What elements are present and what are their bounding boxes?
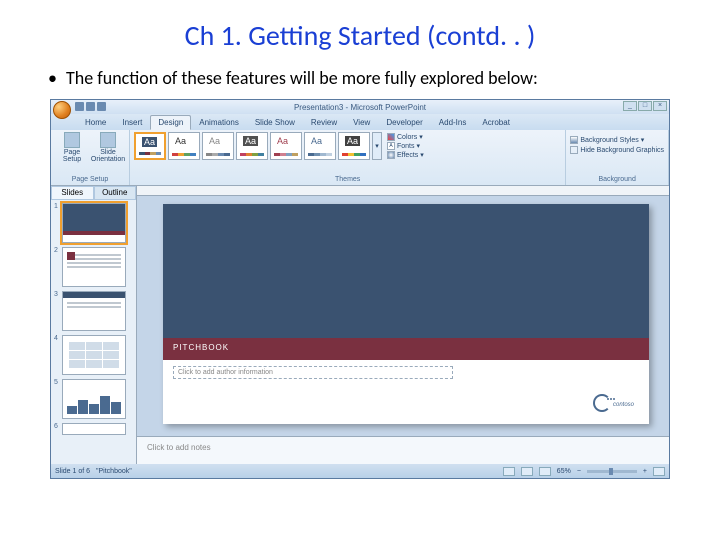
tab-animations[interactable]: Animations: [191, 115, 247, 130]
slides-panel: Slides Outline 1 2 3 4 5 6: [51, 186, 137, 464]
outline-tab[interactable]: Outline: [94, 186, 137, 200]
powerpoint-screenshot: Presentation3 - Microsoft PowerPoint _ □…: [50, 99, 670, 479]
undo-icon[interactable]: [86, 102, 95, 111]
theme-thumb[interactable]: Aa: [202, 132, 234, 160]
maximize-icon[interactable]: □: [638, 101, 652, 111]
quick-access-toolbar[interactable]: [75, 102, 106, 111]
tab-developer[interactable]: Developer: [378, 115, 430, 130]
status-theme: "Pitchbook": [96, 468, 132, 475]
page-setup-icon: [64, 132, 80, 148]
slide-thumb-4[interactable]: [62, 335, 126, 375]
colors-button[interactable]: Colors▾: [387, 133, 424, 141]
slide-title-band: PITCHBOOK: [163, 338, 649, 360]
themes-more-icon[interactable]: ▾: [372, 132, 382, 160]
tab-acrobat[interactable]: Acrobat: [474, 115, 518, 130]
background-styles-button[interactable]: Background Styles▾: [570, 136, 664, 144]
tab-slideshow[interactable]: Slide Show: [247, 115, 303, 130]
slide-canvas[interactable]: PITCHBOOK Click to add author informatio…: [163, 204, 649, 424]
hide-background-checkbox[interactable]: Hide Background Graphics: [570, 146, 664, 154]
group-background: Background Styles▾ Hide Background Graph…: [566, 130, 669, 185]
horizontal-ruler: [137, 186, 669, 196]
slide-thumb-5[interactable]: [62, 379, 126, 419]
fonts-button[interactable]: AFonts▾: [387, 142, 424, 150]
slide-canvas-area: PITCHBOOK Click to add author informatio…: [137, 186, 669, 436]
page-setup-button[interactable]: Page Setup: [55, 132, 89, 163]
tab-addins[interactable]: Add-Ins: [431, 115, 475, 130]
tab-design[interactable]: Design: [150, 115, 191, 130]
group-themes: Aa Aa Aa Aa Aa Aa Aa ▾ Colors▾ AFonts▾ E…: [130, 130, 566, 185]
group-title-themes: Themes: [134, 176, 561, 183]
slide-thumb-2[interactable]: [62, 247, 126, 287]
theme-thumb[interactable]: Aa: [304, 132, 336, 160]
effects-button[interactable]: Effects▾: [387, 151, 424, 159]
orientation-button[interactable]: Slide Orientation: [91, 132, 125, 163]
office-button-icon[interactable]: [53, 101, 71, 119]
bullet-text: The function of these features will be m…: [48, 67, 692, 89]
window-titlebar: Presentation3 - Microsoft PowerPoint _ □…: [51, 100, 669, 114]
background-icon: [570, 136, 578, 144]
slideshow-view-icon[interactable]: [539, 467, 551, 476]
zoom-out-icon[interactable]: −: [577, 468, 581, 475]
theme-thumb[interactable]: Aa: [168, 132, 200, 160]
notes-pane[interactable]: Click to add notes: [137, 436, 669, 464]
window-title: Presentation3 - Microsoft PowerPoint: [294, 103, 426, 112]
theme-thumb[interactable]: Aa: [134, 132, 166, 160]
slide-thumb-6[interactable]: [62, 423, 126, 435]
ribbon-tabs: Home Insert Design Animations Slide Show…: [51, 114, 669, 130]
orientation-icon: [100, 132, 116, 148]
tab-view[interactable]: View: [345, 115, 378, 130]
theme-thumb[interactable]: Aa: [270, 132, 302, 160]
slide-counter: Slide 1 of 6: [55, 468, 90, 475]
save-icon[interactable]: [75, 102, 84, 111]
tab-insert[interactable]: Insert: [114, 115, 150, 130]
status-bar: Slide 1 of 6 "Pitchbook" 65% − +: [51, 464, 669, 478]
contoso-logo-icon: contoso: [593, 394, 639, 418]
zoom-in-icon[interactable]: +: [643, 468, 647, 475]
redo-icon[interactable]: [97, 102, 106, 111]
checkbox-icon: [570, 146, 578, 154]
zoom-slider[interactable]: [587, 470, 637, 473]
slide-thumb-1[interactable]: [62, 203, 126, 243]
theme-gallery[interactable]: Aa Aa Aa Aa Aa Aa Aa ▾: [134, 132, 382, 160]
tab-review[interactable]: Review: [303, 115, 345, 130]
group-title-pagesetup: Page Setup: [55, 176, 125, 183]
slide-top-region: [163, 204, 649, 338]
slides-tab[interactable]: Slides: [51, 186, 94, 200]
fit-icon[interactable]: [653, 467, 665, 476]
group-page-setup: Page Setup Slide Orientation Page Setup: [51, 130, 130, 185]
normal-view-icon[interactable]: [503, 467, 515, 476]
theme-thumb[interactable]: Aa: [338, 132, 370, 160]
sorter-view-icon[interactable]: [521, 467, 533, 476]
theme-thumb[interactable]: Aa: [236, 132, 268, 160]
close-icon[interactable]: ×: [653, 101, 667, 111]
page-title: Ch 1. Getting Started (contd. . ): [28, 18, 692, 53]
tab-home[interactable]: Home: [77, 115, 114, 130]
slide-thumb-3[interactable]: [62, 291, 126, 331]
ribbon-body: Page Setup Slide Orientation Page Setup …: [51, 130, 669, 186]
author-placeholder[interactable]: Click to add author information: [173, 366, 453, 379]
minimize-icon[interactable]: _: [623, 101, 637, 111]
zoom-level: 65%: [557, 468, 571, 475]
group-title-background: Background: [570, 176, 664, 183]
